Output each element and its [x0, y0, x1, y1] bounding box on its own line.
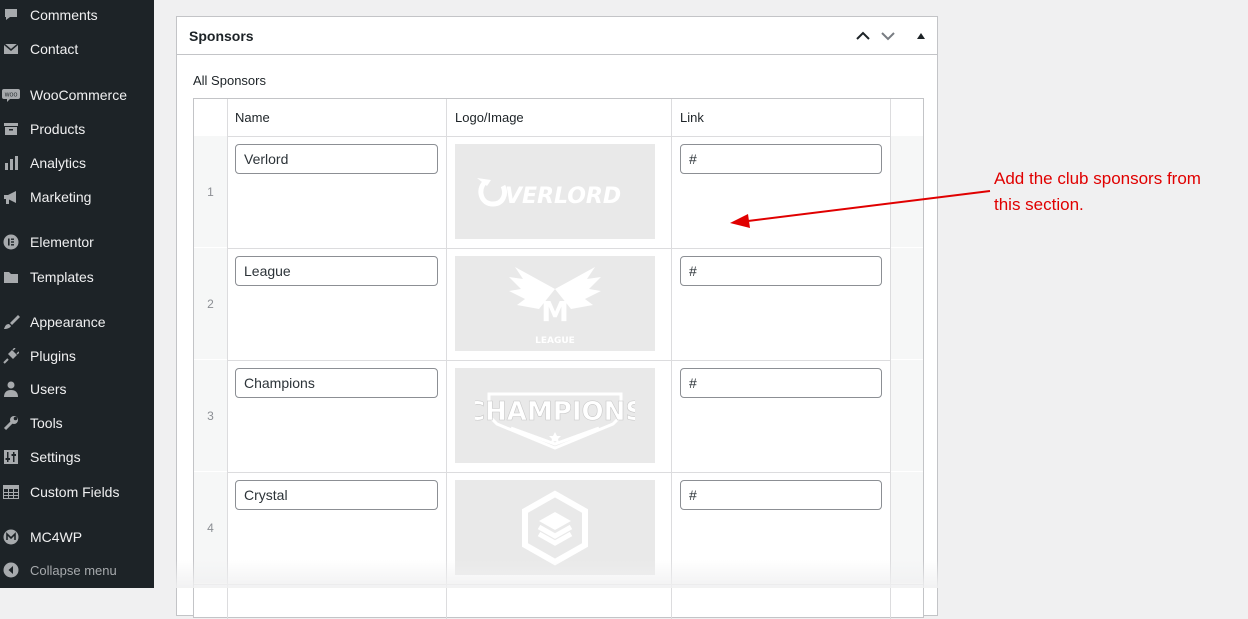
- annotation-arrow: [730, 190, 991, 228]
- annotation-line-1: Add the club sponsors from: [994, 169, 1201, 188]
- annotation-text: Add the club sponsors from this section.: [994, 166, 1244, 218]
- annotation-line-2: this section.: [994, 195, 1084, 214]
